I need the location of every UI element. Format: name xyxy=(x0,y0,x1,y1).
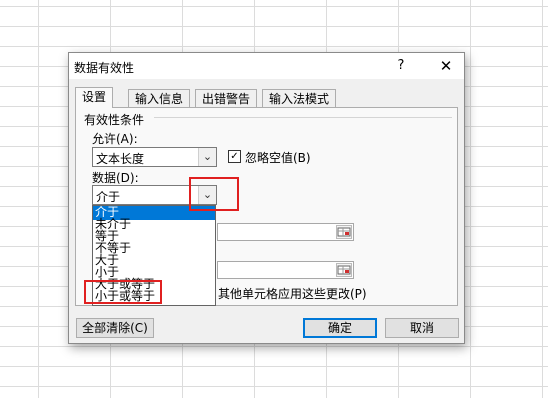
close-icon[interactable]: ✕ xyxy=(435,56,457,76)
help-button[interactable]: ? xyxy=(391,56,411,76)
maximum-input[interactable] xyxy=(217,261,354,279)
clear-all-button[interactable]: 全部清除(C) xyxy=(76,318,154,338)
tab-settings[interactable]: 设置 xyxy=(75,87,114,108)
range-picker-icon[interactable] xyxy=(336,263,352,277)
minimum-input[interactable] xyxy=(217,223,354,241)
ignore-blank-label: 忽略空值(B) xyxy=(245,151,311,165)
data-value: 介于 xyxy=(96,190,121,204)
chevron-down-icon[interactable]: ⌄ xyxy=(198,148,216,166)
allow-select[interactable]: 文本长度 ⌄ xyxy=(92,147,217,167)
range-picker-icon[interactable] xyxy=(336,225,352,239)
allow-value: 文本长度 xyxy=(96,152,145,166)
title-bar: 数据有效性 ? ✕ xyxy=(69,53,464,79)
chevron-down-icon[interactable]: ⌄ xyxy=(198,186,216,204)
data-dropdown-list: 介于 未介于 等于 不等于 大于 小于 大于或等于 小于或等于 xyxy=(92,205,216,306)
dialog-title: 数据有效性 xyxy=(74,61,135,75)
data-label: 数据(D): xyxy=(92,171,139,185)
apply-all-label: 其他单元格应用这些更改(P) xyxy=(218,287,367,301)
ignore-blank-checkbox[interactable]: ✓ xyxy=(228,150,241,163)
tab-input-message[interactable]: 输入信息 xyxy=(128,89,191,107)
tab-ime-mode[interactable]: 输入法模式 xyxy=(262,89,337,107)
section-divider xyxy=(154,117,452,118)
ok-button[interactable]: 确定 xyxy=(303,318,377,338)
cancel-button[interactable]: 取消 xyxy=(385,318,459,338)
section-title: 有效性条件 xyxy=(84,113,145,127)
data-select[interactable]: 介于 ⌄ xyxy=(92,185,217,205)
allow-label: 允许(A): xyxy=(92,132,138,146)
tab-error-alert[interactable]: 出错警告 xyxy=(195,89,258,107)
dropdown-option[interactable]: 小于或等于 xyxy=(93,290,215,304)
